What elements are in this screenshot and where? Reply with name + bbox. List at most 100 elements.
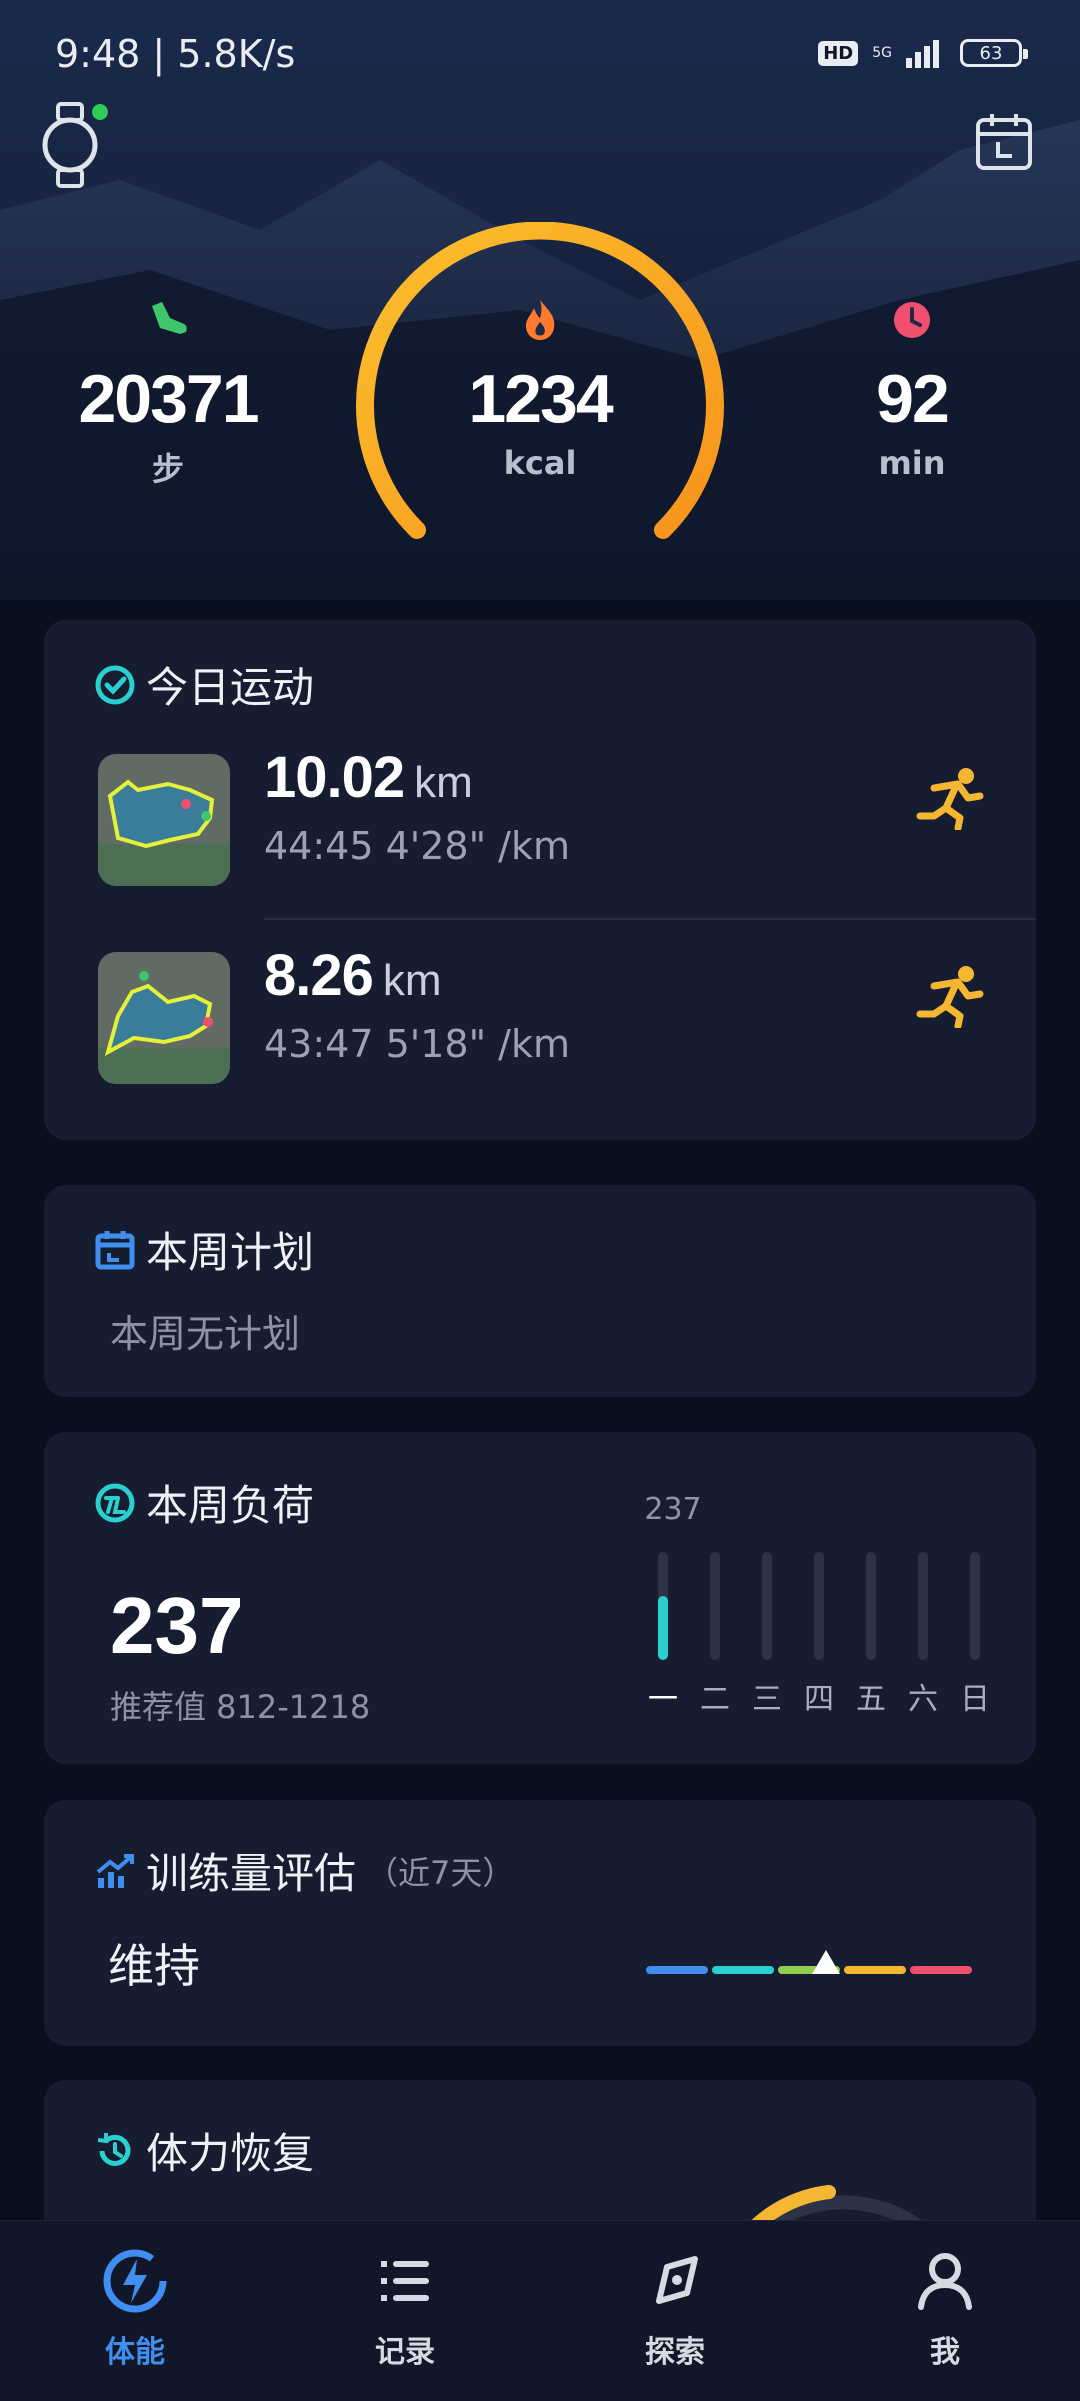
route-map-2	[98, 952, 230, 1084]
tab-fitness-label: 体能	[105, 2335, 165, 2370]
load-day-label: 六	[908, 1682, 938, 1717]
run-2-duration: 43:47	[264, 1022, 374, 1066]
weekly-plan-title: 本周计划	[94, 1219, 314, 1280]
run-1-pace: 4'28" /km	[385, 824, 570, 868]
scale-segment	[646, 1966, 708, 1974]
run-2-pace: 5'18" /km	[385, 1022, 570, 1066]
weekly-load-recommend: 推荐值 812-1218	[110, 1688, 371, 1726]
running-icon	[916, 966, 984, 1028]
map-thumbnail-2	[98, 952, 230, 1084]
compass-icon	[656, 2256, 698, 2304]
run-1-distance-value: 10.02	[264, 745, 405, 810]
calories-stat: 1234 kcal	[430, 296, 650, 482]
load-bar-track	[814, 1552, 824, 1660]
weekly-load-value: 237	[110, 1581, 244, 1670]
tab-fitness[interactable]: 体能	[55, 2245, 215, 2371]
tab-me[interactable]: 我	[865, 2245, 1025, 2371]
bottom-tab-bar: 体能 记录 探索 我	[0, 2220, 1080, 2401]
status-time: 9:48 | 5.8K/s	[55, 32, 296, 76]
recovery-title: 体力恢复	[94, 2120, 314, 2181]
watch-icon[interactable]	[38, 100, 108, 190]
run-divider	[264, 918, 1036, 920]
weekly-load-chart: 237 一二三四五六日	[638, 1492, 1018, 1717]
load-bar-fill	[658, 1596, 668, 1660]
training-scale	[644, 1950, 974, 1976]
calories-unit: kcal	[503, 444, 577, 482]
scale-segment	[712, 1966, 774, 1974]
scale-segment	[910, 1966, 972, 1974]
load-bar-track	[762, 1552, 772, 1660]
header-hero: 9:48 | 5.8K/s HD 5G 63 20371 步 1234 kcal…	[0, 0, 1080, 600]
weekly-plan-card[interactable]: 本周计划 本周无计划	[44, 1185, 1036, 1397]
map-thumbnail-1	[98, 754, 230, 886]
weekly-load-title: 本周负荷	[94, 1472, 314, 1533]
weekly-plan-empty: 本周无计划	[110, 1312, 301, 1356]
user-icon	[918, 2253, 972, 2310]
flame-icon	[526, 300, 555, 340]
steps-stat: 20371 步	[58, 296, 278, 490]
shoe-icon	[152, 302, 187, 334]
tab-records[interactable]: 记录	[325, 2245, 485, 2371]
today-exercise-title: 今日运动	[94, 654, 314, 715]
load-day-label: 二	[700, 1682, 730, 1717]
today-exercise-card[interactable]: 今日运动 10.02 km 44:45 4'28" /km 8.26 km 43…	[44, 620, 1036, 1140]
scale-marker	[811, 1950, 840, 1974]
run-item-1[interactable]: 10.02 km 44:45 4'28" /km	[44, 730, 1036, 920]
running-icon	[916, 768, 984, 830]
battery-icon: 63	[960, 39, 1028, 67]
load-bar-track	[918, 1552, 928, 1660]
steps-unit: 步	[151, 450, 184, 488]
route-map-1	[98, 754, 230, 886]
tab-me-label: 我	[930, 2335, 960, 2370]
battery-level: 63	[979, 42, 1003, 64]
status-icons: HD 5G 63	[818, 38, 1028, 68]
scale-segment	[844, 1966, 906, 1974]
run-1-meta: 44:45 4'28" /km	[264, 824, 570, 868]
load-day-label: 三	[752, 1682, 782, 1717]
calendar-small-icon	[95, 1230, 135, 1269]
training-eval-title: 训练量评估 （近7天）	[94, 1840, 514, 1901]
run-2-distance: 8.26 km	[264, 942, 442, 1009]
today-exercise-label: 今日运动	[146, 663, 315, 712]
signal-icon	[906, 40, 939, 68]
duration-unit: min	[878, 444, 946, 482]
weekly-plan-label: 本周计划	[146, 1228, 315, 1277]
clock-icon	[894, 302, 930, 338]
run-2-meta: 43:47 5'18" /km	[264, 1022, 570, 1066]
training-eval-status: 维持	[108, 1939, 200, 1993]
network-label: 5G	[872, 45, 892, 61]
check-circle-icon	[95, 665, 135, 704]
weekly-load-card[interactable]: 本周负荷 237 推荐值 812-1218 237 一二三四五六日	[44, 1432, 1036, 1764]
training-eval-subtitle: （近7天）	[366, 1853, 515, 1892]
run-2-distance-value: 8.26	[264, 943, 374, 1008]
steps-value: 20371	[78, 361, 259, 437]
load-day-label: 四	[804, 1682, 834, 1717]
load-icon	[95, 1483, 135, 1522]
load-bar-track	[866, 1552, 876, 1660]
calories-value: 1234	[468, 361, 613, 437]
duration-stat: 92 min	[802, 296, 1022, 482]
calendar-icon[interactable]	[972, 110, 1036, 174]
load-peak-label: 237	[644, 1492, 702, 1527]
tab-explore[interactable]: 探索	[595, 2245, 755, 2371]
status-bar: 9:48 | 5.8K/s HD 5G 63	[0, 0, 1080, 110]
load-day-label: 日	[960, 1682, 990, 1717]
run-item-2[interactable]: 8.26 km 43:47 5'18" /km	[44, 928, 1036, 1118]
list-icon	[381, 2261, 429, 2301]
run-1-distance-unit: km	[414, 758, 473, 807]
tab-records-label: 记录	[375, 2335, 435, 2370]
history-icon	[97, 2132, 131, 2166]
recovery-label: 体力恢复	[146, 2129, 315, 2178]
tab-explore-label: 探索	[645, 2335, 705, 2370]
load-bar-track	[970, 1552, 980, 1660]
load-day-label: 一	[648, 1682, 678, 1717]
trend-up-icon	[96, 1853, 134, 1888]
bolt-icon	[103, 2249, 167, 2313]
training-eval-label: 训练量评估	[146, 1849, 357, 1898]
load-bar-track	[710, 1552, 720, 1660]
run-2-distance-unit: km	[382, 956, 442, 1005]
run-1-duration: 44:45	[264, 824, 374, 868]
load-day-label: 五	[856, 1682, 886, 1717]
training-eval-card[interactable]: 训练量评估 （近7天） 维持	[44, 1800, 1036, 2046]
weekly-load-label: 本周负荷	[146, 1481, 315, 1530]
